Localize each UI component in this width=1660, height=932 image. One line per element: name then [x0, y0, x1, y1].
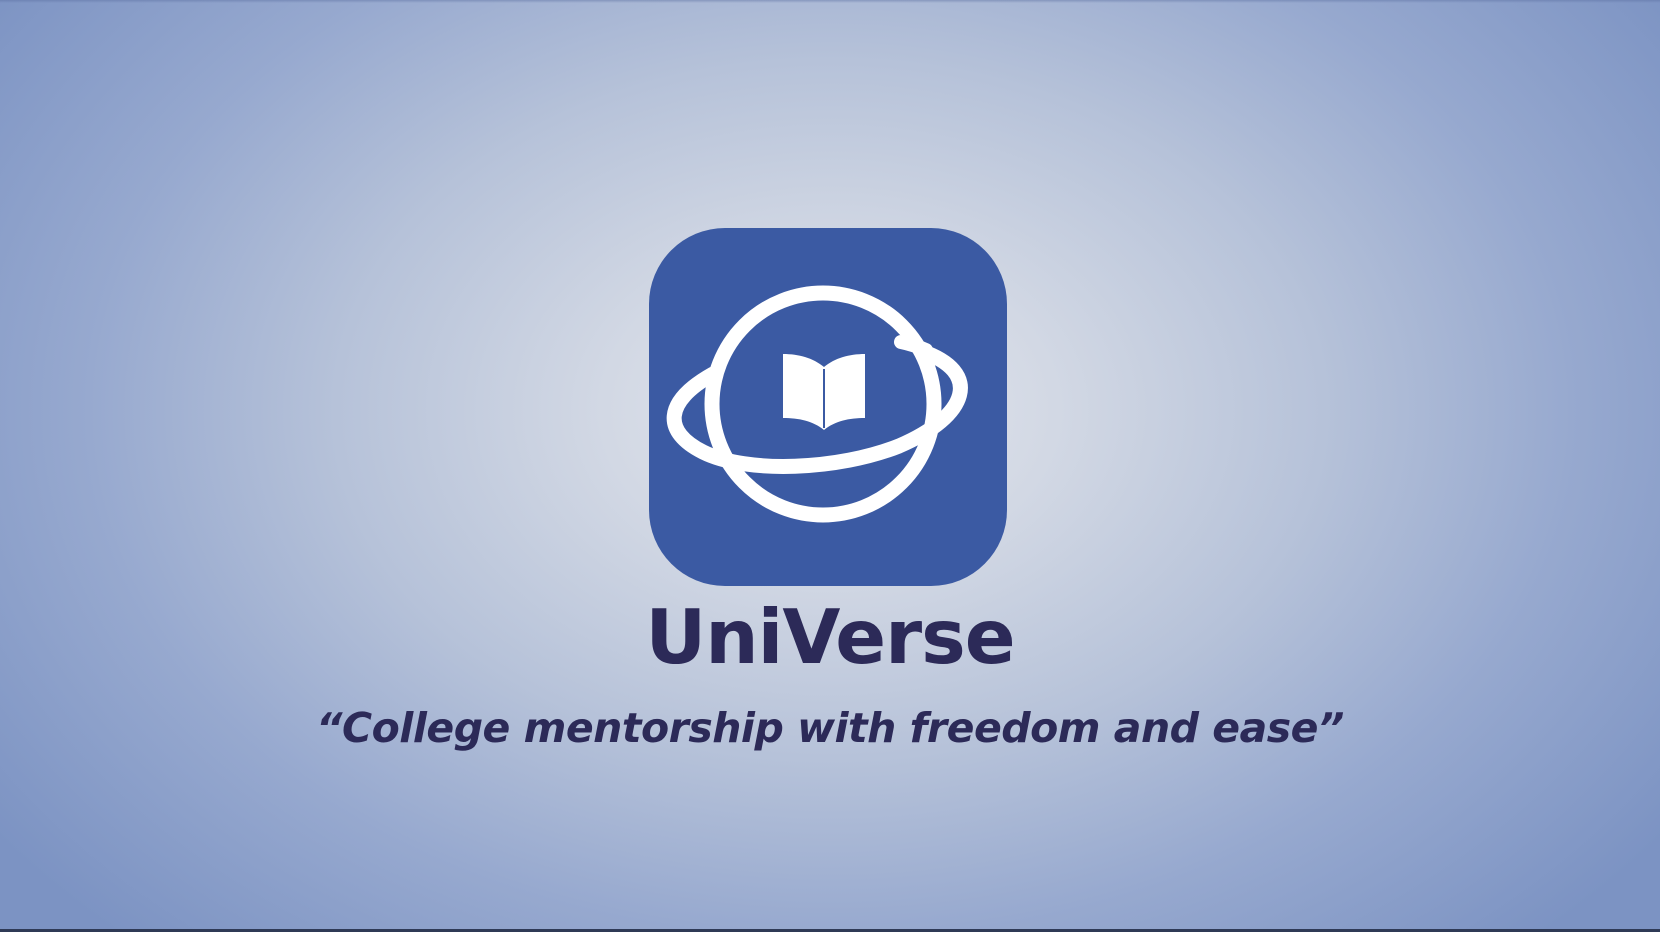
- planet-book-icon: [666, 285, 968, 523]
- planet-ring-back: [894, 335, 933, 357]
- tagline: “College mentorship with freedom and eas…: [316, 704, 1344, 752]
- splash-screen: UniVerse “College mentorship with freedo…: [0, 0, 1660, 932]
- app-name: UniVerse: [645, 593, 1015, 681]
- top-edge-shadow: [0, 0, 1660, 3]
- app-logo: [649, 228, 1007, 586]
